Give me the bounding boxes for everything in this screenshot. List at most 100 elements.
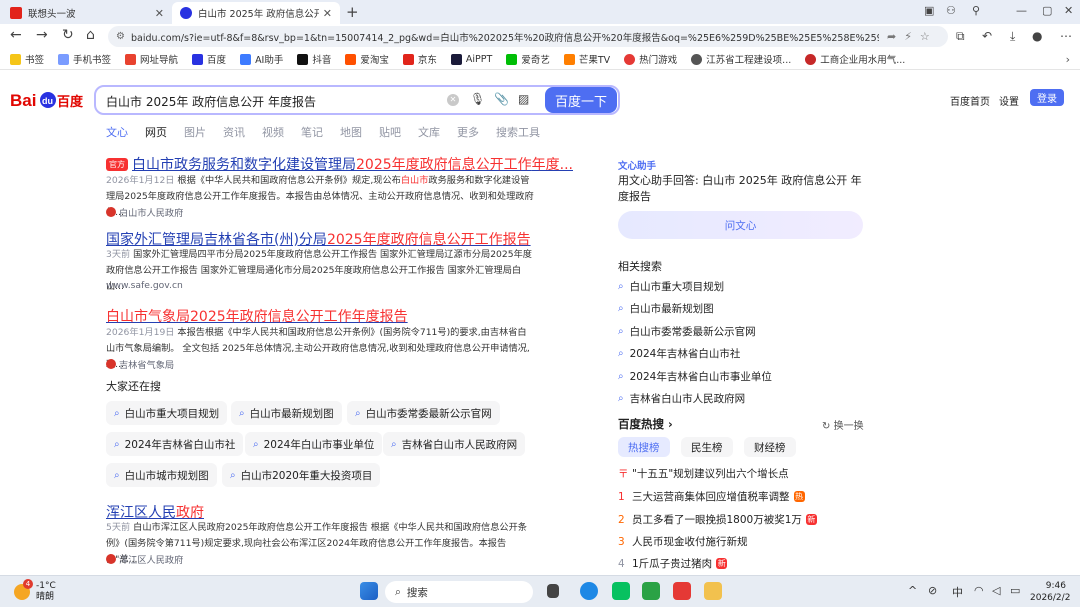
bookmark-item[interactable]: 芒果TV bbox=[563, 52, 610, 66]
related-search-item[interactable]: ⌕ 2024年吉林省白山市事业单位 bbox=[618, 369, 772, 384]
translate-icon[interactable]: ⚡ bbox=[904, 30, 912, 43]
tab-tieba[interactable]: 贴吧 bbox=[379, 124, 401, 140]
tab-search-tools[interactable]: 搜索工具 bbox=[496, 124, 540, 140]
login-button[interactable]: 登录 bbox=[1030, 89, 1064, 106]
site-info-icon[interactable]: ⚙ bbox=[116, 31, 125, 42]
messages-icon[interactable] bbox=[642, 582, 660, 600]
related-chip[interactable]: ⌕ 白山市最新规划图 bbox=[231, 401, 342, 425]
tray-chevron-icon[interactable]: ^ bbox=[908, 584, 917, 597]
browser-icon[interactable] bbox=[580, 582, 598, 600]
maximize-icon[interactable]: ▢ bbox=[1042, 4, 1052, 17]
result-source[interactable]: 吉林省气象局 bbox=[106, 357, 174, 371]
share-icon[interactable]: ➦ bbox=[887, 30, 896, 43]
result-title-link[interactable]: 官方 白山市政务服务和数字化建设管理局2025年度政府信息公开工作年度... bbox=[106, 154, 573, 174]
tab-web[interactable]: 网页 bbox=[145, 124, 167, 140]
bookmark-item[interactable]: 工商企业用水用气... bbox=[805, 52, 905, 66]
back-icon[interactable]: ← bbox=[10, 27, 22, 43]
baidu-home-link[interactable]: 百度首页 bbox=[950, 93, 990, 108]
tab-wenku[interactable]: 文库 bbox=[418, 124, 440, 140]
hot-search-item[interactable]: 4 1斤瓜子贵过猪肉新 bbox=[618, 556, 728, 571]
hot-search-item[interactable]: 〒 "十五五"规划建议列出六个增长点 bbox=[618, 466, 789, 481]
tab-notes[interactable]: 笔记 bbox=[301, 124, 323, 140]
forward-icon[interactable]: → bbox=[36, 27, 48, 43]
minimize-icon[interactable]: — bbox=[1016, 4, 1027, 17]
related-search-item[interactable]: ⌕ 吉林省白山市人民政府网 bbox=[618, 391, 745, 406]
result-source[interactable]: www.safe.gov.cn bbox=[106, 280, 183, 291]
related-chip[interactable]: ⌕ 白山市城市规划图 bbox=[106, 463, 217, 487]
tab-finance-list[interactable]: 财经榜 bbox=[744, 437, 796, 457]
settings-link[interactable]: 设置 bbox=[999, 93, 1019, 108]
file-explorer-icon[interactable] bbox=[704, 582, 722, 600]
download-icon[interactable]: ⤓ bbox=[1010, 29, 1015, 44]
address-bar[interactable]: ⚙ baidu.com/s?ie=utf-8&f=8&rsv_bp=1&tn=1… bbox=[108, 26, 948, 47]
image-search-icon[interactable]: ▨ bbox=[518, 92, 529, 106]
hot-search-title[interactable]: 百度热搜 › bbox=[618, 416, 673, 432]
bookmark-item[interactable]: 京东 bbox=[402, 52, 437, 66]
tab-videos[interactable]: 视频 bbox=[262, 124, 284, 140]
tab-wenxin[interactable]: 文心 bbox=[106, 124, 128, 140]
ime-indicator[interactable]: 中 bbox=[952, 584, 963, 600]
copilot-icon[interactable]: ⚇ bbox=[946, 4, 956, 17]
home-icon[interactable]: ⌂ bbox=[86, 27, 95, 43]
weather-widget[interactable]: 4 -1°C 晴朗 bbox=[14, 579, 56, 603]
related-chip[interactable]: ⌕ 白山市2020年重大投资项目 bbox=[222, 463, 381, 487]
profile-icon[interactable]: ● bbox=[1032, 29, 1042, 43]
bookmark-item[interactable]: 江苏省工程建设项... bbox=[691, 52, 791, 66]
hot-search-item[interactable]: 3 人民币现金收付施行新规 bbox=[618, 534, 748, 549]
tab-maps[interactable]: 地图 bbox=[340, 124, 362, 140]
bookmark-item[interactable]: 爱淘宝 bbox=[345, 52, 389, 66]
new-tab-button[interactable]: + bbox=[346, 3, 359, 21]
tab-news[interactable]: 资讯 bbox=[223, 124, 245, 140]
search-button[interactable]: 百度一下 bbox=[545, 87, 617, 113]
bookmark-item[interactable]: 百度 bbox=[192, 52, 226, 66]
favorite-star-icon[interactable]: ☆ bbox=[920, 30, 930, 43]
related-chip[interactable]: ⌕ 2024年白山市事业单位 bbox=[245, 432, 383, 456]
related-chip[interactable]: ⌕ 白山市重大项目规划 bbox=[106, 401, 228, 425]
search-input[interactable]: 白山市 2025年 政府信息公开 年度报告 ✕ 🎙 📎 ▨ bbox=[94, 85, 620, 115]
tab-hot-list[interactable]: 热搜榜 bbox=[618, 437, 670, 457]
more-bookmarks-icon[interactable]: › bbox=[1066, 53, 1070, 66]
close-icon[interactable]: ✕ bbox=[155, 7, 164, 20]
windows-start-icon[interactable] bbox=[360, 582, 378, 600]
close-window-icon[interactable]: ✕ bbox=[1064, 4, 1073, 17]
menu-icon[interactable]: ⋯ bbox=[1060, 29, 1072, 43]
bookmark-item[interactable]: 热门游戏 bbox=[624, 52, 677, 66]
bookmark-item[interactable]: 书签 bbox=[10, 52, 44, 66]
bookmark-item[interactable]: 手机书签 bbox=[58, 52, 111, 66]
voice-search-icon[interactable]: 🎙 bbox=[470, 92, 485, 106]
pin-icon[interactable]: ⚲ bbox=[972, 4, 980, 17]
bookmark-item[interactable]: AiPPT bbox=[450, 53, 492, 65]
attachment-icon[interactable]: 📎 bbox=[494, 92, 509, 106]
tab-more[interactable]: 更多 bbox=[457, 124, 479, 140]
result-title-link[interactable]: 白山市气象局2025年政府信息公开工作年度报告 bbox=[106, 306, 408, 326]
bookmark-item[interactable]: 网址导航 bbox=[125, 52, 178, 66]
clear-icon[interactable]: ✕ bbox=[447, 94, 459, 106]
related-search-item[interactable]: ⌕ 2024年吉林省白山市社 bbox=[618, 346, 740, 361]
related-search-item[interactable]: ⌕ 白山市委常委最新公示官网 bbox=[618, 324, 756, 339]
baidu-logo[interactable]: Bai du 百度 bbox=[10, 88, 84, 112]
related-chip[interactable]: ⌕ 吉林省白山市人民政府网 bbox=[383, 432, 526, 456]
hot-search-item[interactable]: 2 员工多看了一眼挽损1800万被奖1万新 bbox=[618, 512, 817, 527]
result-title-link[interactable]: 国家外汇管理局吉林省各市(州)分局2025年度政府信息公开工作报告 bbox=[106, 229, 531, 249]
taskbar-search[interactable]: ⌕ 搜索 bbox=[385, 581, 533, 603]
volume-icon[interactable]: ◁ bbox=[992, 584, 1000, 597]
related-chip[interactable]: ⌕ 白山市委常委最新公示官网 bbox=[347, 401, 500, 425]
security-icon[interactable]: ⊘ bbox=[928, 584, 937, 597]
history-icon[interactable]: ↶ bbox=[982, 29, 992, 43]
bookmark-item[interactable]: 抖音 bbox=[297, 52, 331, 66]
related-search-item[interactable]: ⌕ 白山市重大项目规划 bbox=[618, 279, 724, 294]
related-chip[interactable]: ⌕ 2024年吉林省白山市社 bbox=[106, 432, 244, 456]
wps-icon[interactable] bbox=[673, 582, 691, 600]
battery-icon[interactable]: ▭ bbox=[1010, 584, 1020, 597]
result-title-link[interactable]: 浑江区人民政府 bbox=[106, 502, 204, 522]
tab-lenovo[interactable]: 联想头一波 ✕ bbox=[2, 2, 172, 24]
related-search-item[interactable]: ⌕ 白山市最新规划图 bbox=[618, 301, 714, 316]
wechat-icon[interactable] bbox=[612, 582, 630, 600]
ask-wenxin-button[interactable]: 问文心 bbox=[618, 211, 863, 239]
tab-livelihood-list[interactable]: 民生榜 bbox=[681, 437, 733, 457]
tab-images[interactable]: 图片 bbox=[184, 124, 206, 140]
refresh-button[interactable]: ↻ 换一换 bbox=[822, 417, 864, 432]
result-source[interactable]: 白山市人民政府 bbox=[106, 205, 183, 219]
wifi-icon[interactable]: ◠ bbox=[974, 584, 984, 597]
extensions-icon[interactable]: ⧉ bbox=[956, 29, 965, 44]
